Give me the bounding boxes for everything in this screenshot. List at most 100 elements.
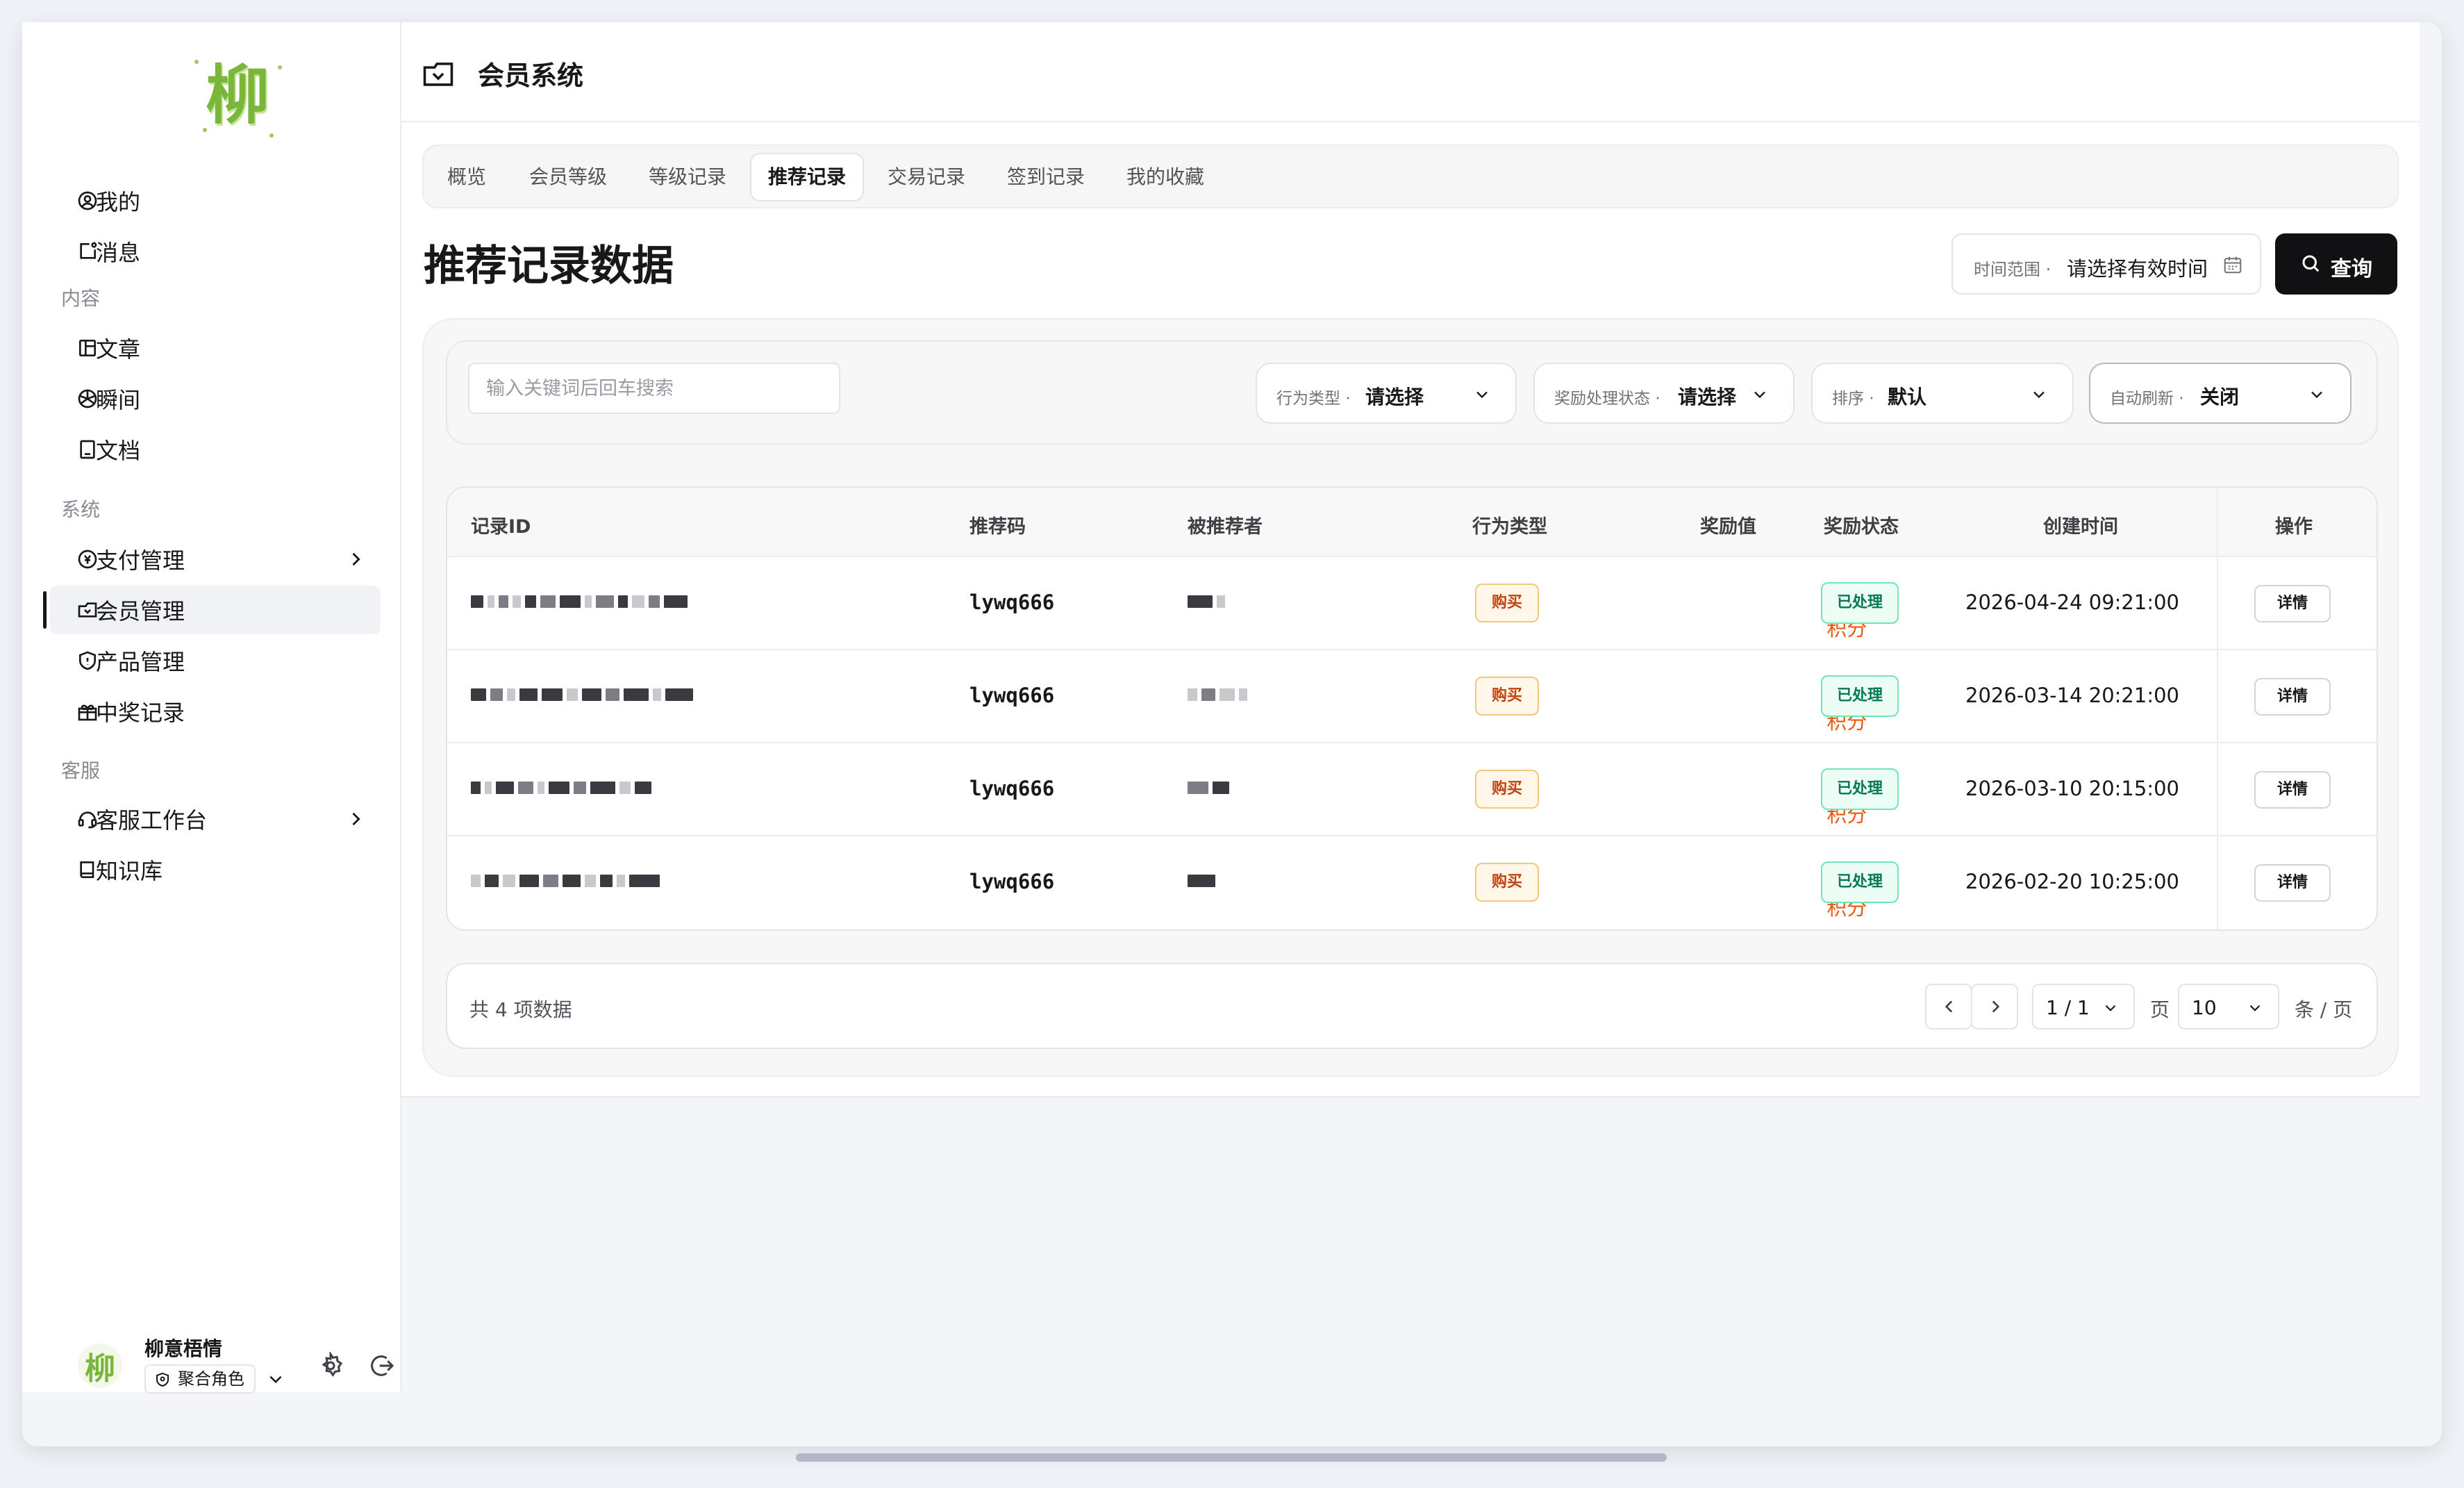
sidebar-item-articles[interactable]: 文章 bbox=[50, 324, 381, 372]
user-name: 柳意梧情 bbox=[144, 1337, 223, 1360]
referee-redacted bbox=[1188, 867, 1215, 895]
chevron-down-icon bbox=[2249, 1005, 2261, 1011]
chevron-right-icon bbox=[1992, 1000, 2000, 1013]
sidebar-item-service-desk[interactable]: 客服工作台 bbox=[50, 795, 381, 843]
role-label: 聚合角色 bbox=[178, 1369, 244, 1389]
sidebar-item-moments[interactable]: 瞬间 bbox=[50, 374, 381, 423]
created-time: 2026-03-10 20:15:00 bbox=[1965, 777, 2179, 800]
page-unit-label: 页 bbox=[2150, 998, 2170, 1021]
column-header[interactable]: 奖励状态 bbox=[1824, 511, 1899, 538]
referral-code: lywq666 bbox=[969, 590, 1055, 614]
table-header: 记录ID 推荐码 被推荐者 行为类型 奖励值 奖励状态 创建时间 操作 bbox=[447, 488, 2376, 557]
page-select[interactable]: 1 / 1 bbox=[2032, 984, 2135, 1030]
column-header[interactable]: 操作 bbox=[2275, 511, 2313, 538]
select-label: 行为类型 · bbox=[1276, 390, 1351, 408]
page-header-title: 会员系统 bbox=[478, 60, 584, 91]
select-value: 关闭 bbox=[2200, 386, 2240, 408]
product-shield-icon bbox=[79, 651, 96, 670]
chevron-down-icon[interactable] bbox=[267, 1370, 285, 1388]
sidebar-section-content: 内容 bbox=[61, 287, 101, 310]
column-header[interactable]: 被推荐者 bbox=[1188, 511, 1263, 538]
date-range-label: 时间范围 · bbox=[1974, 260, 2051, 279]
brand-logo[interactable]: 柳 bbox=[189, 50, 286, 140]
referral-code: lywq666 bbox=[969, 870, 1055, 893]
chevron-down-icon bbox=[1476, 391, 1488, 399]
status-badge: 已处理 bbox=[1821, 675, 1899, 717]
column-header[interactable]: 记录ID bbox=[471, 511, 531, 538]
page-size-select[interactable]: 10 bbox=[2178, 984, 2279, 1030]
sidebar-item-docs[interactable]: 文档 bbox=[50, 425, 381, 474]
sidebar-item-knowledge[interactable]: 知识库 bbox=[50, 845, 381, 894]
sidebar-item-products[interactable]: 产品管理 bbox=[50, 636, 381, 685]
sidebar-item-payment[interactable]: 支付管理 bbox=[50, 535, 381, 584]
article-icon bbox=[79, 340, 96, 356]
prev-page-button[interactable] bbox=[1925, 984, 1972, 1030]
referee-redacted bbox=[1188, 681, 1247, 709]
horizontal-scrollbar[interactable] bbox=[796, 1453, 1667, 1462]
query-button[interactable]: 查询 bbox=[2275, 233, 2397, 295]
column-header[interactable]: 行为类型 bbox=[1472, 511, 1547, 538]
chevron-right-icon[interactable] bbox=[346, 809, 365, 829]
table-row[interactable]: lywq666 购买 4032 积分 已处理 2026-03-10 20:15:… bbox=[447, 743, 2376, 836]
table-row[interactable]: lywq666 购买 2722 积分 已处理 2026-03-14 20:21:… bbox=[447, 650, 2376, 743]
detail-button[interactable]: 详情 bbox=[2254, 771, 2331, 809]
next-page-button[interactable] bbox=[1971, 984, 2018, 1030]
auto-refresh-select[interactable]: 自动刷新 · 关闭 bbox=[2089, 363, 2351, 424]
user-profile: 柳 柳意梧情 聚合角色 bbox=[57, 1328, 404, 1398]
column-header[interactable]: 创建时间 bbox=[2043, 511, 2118, 538]
sidebar-item-label: 会员管理 bbox=[96, 598, 185, 625]
sidebar-section-service: 客服 bbox=[61, 759, 101, 782]
referral-code: lywq666 bbox=[969, 777, 1055, 800]
detail-button[interactable]: 详情 bbox=[2254, 864, 2331, 902]
chevron-right-icon[interactable] bbox=[346, 549, 365, 569]
sidebar-item-messages[interactable]: 消息 bbox=[50, 227, 381, 276]
sort-select[interactable]: 排序 · 默认 bbox=[1811, 363, 2074, 424]
query-button-label: 查询 bbox=[2331, 257, 2372, 281]
record-id-redacted bbox=[471, 681, 693, 709]
select-label: 自动刷新 · bbox=[2110, 390, 2184, 408]
sidebar-item-label: 瞬间 bbox=[96, 387, 141, 413]
member-icon bbox=[78, 602, 97, 618]
tab-referral-records[interactable]: 推荐记录 bbox=[750, 153, 865, 201]
reward-status-select[interactable]: 奖励处理状态 · 请选择 bbox=[1533, 363, 1795, 424]
action-type-select[interactable]: 行为类型 · 请选择 bbox=[1256, 363, 1517, 424]
sidebar-item-members[interactable]: 会员管理 bbox=[43, 586, 381, 634]
action-type-badge: 购买 bbox=[1475, 770, 1539, 809]
tab-transaction-records[interactable]: 交易记录 bbox=[871, 153, 982, 201]
book-icon bbox=[80, 861, 94, 878]
referee-redacted bbox=[1188, 774, 1229, 802]
record-id-redacted bbox=[471, 867, 660, 895]
tab-checkin-records[interactable]: 签到记录 bbox=[990, 153, 1101, 201]
tab-level-records[interactable]: 等级记录 bbox=[632, 153, 743, 201]
sidebar-item-label: 支付管理 bbox=[96, 547, 185, 574]
tab-bar: 概览 会员等级 等级记录 推荐记录 交易记录 签到记录 我的收藏 bbox=[422, 144, 2399, 208]
column-header[interactable]: 推荐码 bbox=[969, 511, 1026, 538]
sidebar-item-prizes[interactable]: 中奖记录 bbox=[50, 687, 381, 736]
table-row[interactable]: lywq666 购买 3213 积分 已处理 2026-04-24 09:21:… bbox=[447, 557, 2376, 650]
column-header[interactable]: 奖励值 bbox=[1700, 511, 1756, 538]
detail-button[interactable]: 详情 bbox=[2254, 585, 2331, 622]
created-time: 2026-03-14 20:21:00 bbox=[1965, 684, 2179, 707]
role-badge[interactable]: 聚合角色 bbox=[144, 1364, 256, 1394]
record-id-redacted bbox=[471, 774, 651, 802]
table-row[interactable]: lywq666 购买 1129 积分 已处理 2026-02-20 10:25:… bbox=[447, 836, 2376, 929]
date-range-picker[interactable]: 时间范围 · 请选择有效时间 bbox=[1951, 233, 2261, 295]
gear-icon[interactable] bbox=[317, 1352, 344, 1380]
logout-icon[interactable] bbox=[368, 1352, 396, 1380]
sidebar-item-label: 消息 bbox=[96, 240, 141, 266]
sidebar: 柳 我的 消息 内容 文章 瞬间 文档 系统 支付管理 会员管理 产品管理 中奖… bbox=[22, 22, 401, 1394]
chevron-down-icon bbox=[1754, 391, 1765, 399]
sidebar-item-label: 我的 bbox=[96, 189, 141, 215]
tab-overview[interactable]: 概览 bbox=[431, 153, 503, 201]
sidebar-item-mine[interactable]: 我的 bbox=[50, 176, 381, 225]
tab-favorites[interactable]: 我的收藏 bbox=[1110, 153, 1221, 201]
tab-member-levels[interactable]: 会员等级 bbox=[513, 153, 624, 201]
search-input[interactable] bbox=[468, 363, 840, 414]
main-content: 概览 会员等级 等级记录 推荐记录 交易记录 签到记录 我的收藏 推荐记录数据 … bbox=[401, 122, 2420, 1098]
created-time: 2026-04-24 09:21:00 bbox=[1965, 590, 2179, 614]
detail-button[interactable]: 详情 bbox=[2254, 678, 2331, 716]
shield-icon bbox=[156, 1372, 169, 1387]
select-value: 请选择 bbox=[1678, 386, 1737, 408]
avatar[interactable]: 柳 bbox=[78, 1344, 122, 1388]
headset-icon bbox=[78, 811, 97, 829]
